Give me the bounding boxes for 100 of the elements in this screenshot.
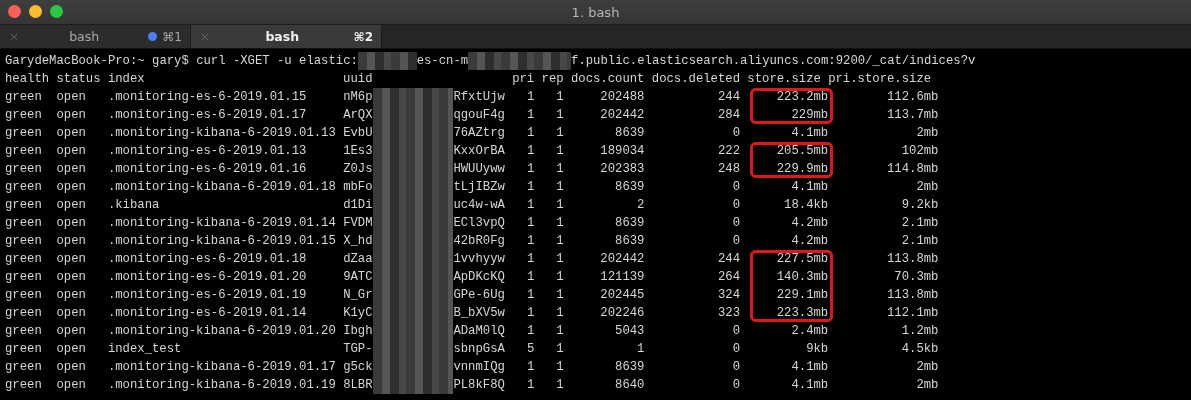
command-text: f.public.elasticsearch.aliyuncs.com:9200/_cat/indices?v [571, 53, 976, 70]
table-cell-text: 1 [525, 161, 535, 178]
uuid-fragment: d1Di [343, 197, 373, 214]
table-cell-text: 4.2mb [790, 215, 829, 232]
table-cell-text: 121139 [599, 269, 645, 286]
table-cell-text: 8639 [614, 215, 645, 232]
uuid-fragment: B_bXV5w [453, 305, 505, 322]
table-cell-text: green [5, 269, 43, 286]
table-cell-text: 0 [731, 377, 740, 394]
column-header: store.size [747, 71, 821, 88]
highlighted-cell: 229.9mb [749, 160, 834, 178]
table-cell-text: 113.8mb [886, 287, 939, 304]
table-cell-text: open [56, 161, 87, 178]
table-cell-text: 1 [525, 233, 535, 250]
table-cell-text: 324 [716, 287, 740, 304]
table-cell-text: 113.8mb [886, 251, 939, 268]
table-cell-text: 4.1mb [790, 125, 829, 142]
table-cell-text: green [5, 161, 43, 178]
table-cell-text: 202445 [599, 287, 645, 304]
table-cell-text: 202246 [599, 305, 645, 322]
table-cell-text: 9.2kb [900, 197, 939, 214]
table-cell-text: green [5, 251, 43, 268]
table-cell-text: open [56, 89, 87, 106]
table-cell-text: 8639 [614, 179, 645, 196]
table-cell-text: 2mb [915, 377, 939, 394]
table-cell-text: green [5, 323, 43, 340]
table-cell-text: 8639 [614, 359, 645, 376]
table-cell-text: 1 [525, 377, 535, 394]
table-cell-text: 2mb [915, 125, 939, 142]
uuid-fragment: KxxOrBA [453, 143, 505, 160]
uuid-fragment: K1yC [343, 305, 373, 322]
table-cell-text: index_test [107, 341, 183, 358]
highlighted-cell: 223.3mb [749, 304, 834, 322]
column-header: health [5, 71, 50, 88]
highlighted-cell: 227.5mb [749, 250, 834, 268]
uuid-fragment: ApDKcKQ [453, 269, 505, 286]
table-cell-text: 1 [555, 287, 564, 304]
table-cell-text: green [5, 359, 43, 376]
table-cell-text: .monitoring-es-6-2019.01.16 [107, 161, 308, 178]
table-cell-text: open [56, 359, 87, 376]
table-cell-text: 1 [525, 179, 535, 196]
zoom-button[interactable] [50, 5, 63, 18]
table-cell-text: 1 [555, 179, 564, 196]
table-cell-text: green [5, 233, 43, 250]
table-cell-text: 244 [716, 251, 740, 268]
table-cell-text: .monitoring-es-6-2019.01.13 [107, 143, 308, 160]
table-cell-text: 5043 [614, 323, 645, 340]
table-cell-text: 1 [525, 359, 535, 376]
table-cell-text: 1 [525, 251, 535, 268]
column-header: pri [512, 71, 535, 88]
table-cell-text: 1 [555, 377, 564, 394]
table-cell-text: 2mb [915, 359, 939, 376]
uuid-fragment: dZaa [343, 251, 373, 268]
table-cell-text: open [56, 233, 87, 250]
tab-label: bash [68, 29, 101, 44]
table-cell-text: 9kb [805, 341, 829, 358]
table-cell-text: green [5, 125, 43, 142]
table-cell-text: 1 [525, 287, 535, 304]
table-cell-text: 1 [525, 305, 535, 322]
highlighted-cell: 223.2mb [749, 88, 834, 106]
table-cell-text: green [5, 287, 43, 304]
close-button[interactable] [8, 5, 21, 18]
uuid-fragment: mbFo [343, 179, 373, 196]
table-cell-text: .monitoring-es-6-2019.01.14 [107, 305, 308, 322]
table-cell-text: 323 [716, 305, 740, 322]
terminal-tab[interactable]: bash ⌘1 [0, 25, 191, 48]
table-cell-text: 1 [525, 215, 535, 232]
table-cell-text: 8640 [614, 377, 645, 394]
table-cell-text: 5 [525, 341, 535, 358]
redacted-block [357, 52, 417, 70]
table-cell-text: .monitoring-kibana-6-2019.01.13 [107, 125, 336, 142]
table-cell-text: green [5, 179, 43, 196]
table-cell-text: 1 [525, 143, 535, 160]
table-cell-text: 4.1mb [790, 179, 829, 196]
uuid-fragment: PL8kF8Q [453, 377, 505, 394]
table-cell-text: 8639 [614, 125, 645, 142]
table-cell-text: green [5, 197, 43, 214]
uuid-fragment: 1Es3 [343, 143, 373, 160]
highlighted-cell: 229mb [749, 106, 834, 124]
table-cell-text: 4.1mb [790, 377, 829, 394]
table-cell-text: .monitoring-es-6-2019.01.15 [107, 89, 308, 106]
table-cell-text: 0 [731, 215, 740, 232]
uuid-fragment: ADaM0lQ [453, 323, 505, 340]
table-cell-text: open [56, 215, 87, 232]
table-cell-text: .monitoring-kibana-6-2019.01.19 [107, 377, 336, 394]
terminal-tab[interactable]: bash ⌘2 [191, 25, 382, 48]
table-cell-text: open [56, 251, 87, 268]
table-cell-text: 1 [555, 143, 564, 160]
table-cell-text: open [56, 125, 87, 142]
table-cell-text: 18.4kb [783, 197, 829, 214]
command-text: GarydeMacBook-Pro:~ gary$ curl -XGET -u elastic: [5, 53, 358, 70]
table-cell-text: open [56, 269, 87, 286]
table-cell-text: 244 [716, 89, 740, 106]
table-cell-text: 2.4mb [790, 323, 829, 340]
table-cell-text: 202383 [599, 161, 645, 178]
table-cell-text: .monitoring-es-6-2019.01.17 [107, 107, 308, 124]
table-cell-text: 1 [555, 197, 564, 214]
table-cell-text: 1.2mb [900, 323, 939, 340]
table-cell-text: 1 [555, 305, 564, 322]
minimize-button[interactable] [29, 5, 42, 18]
